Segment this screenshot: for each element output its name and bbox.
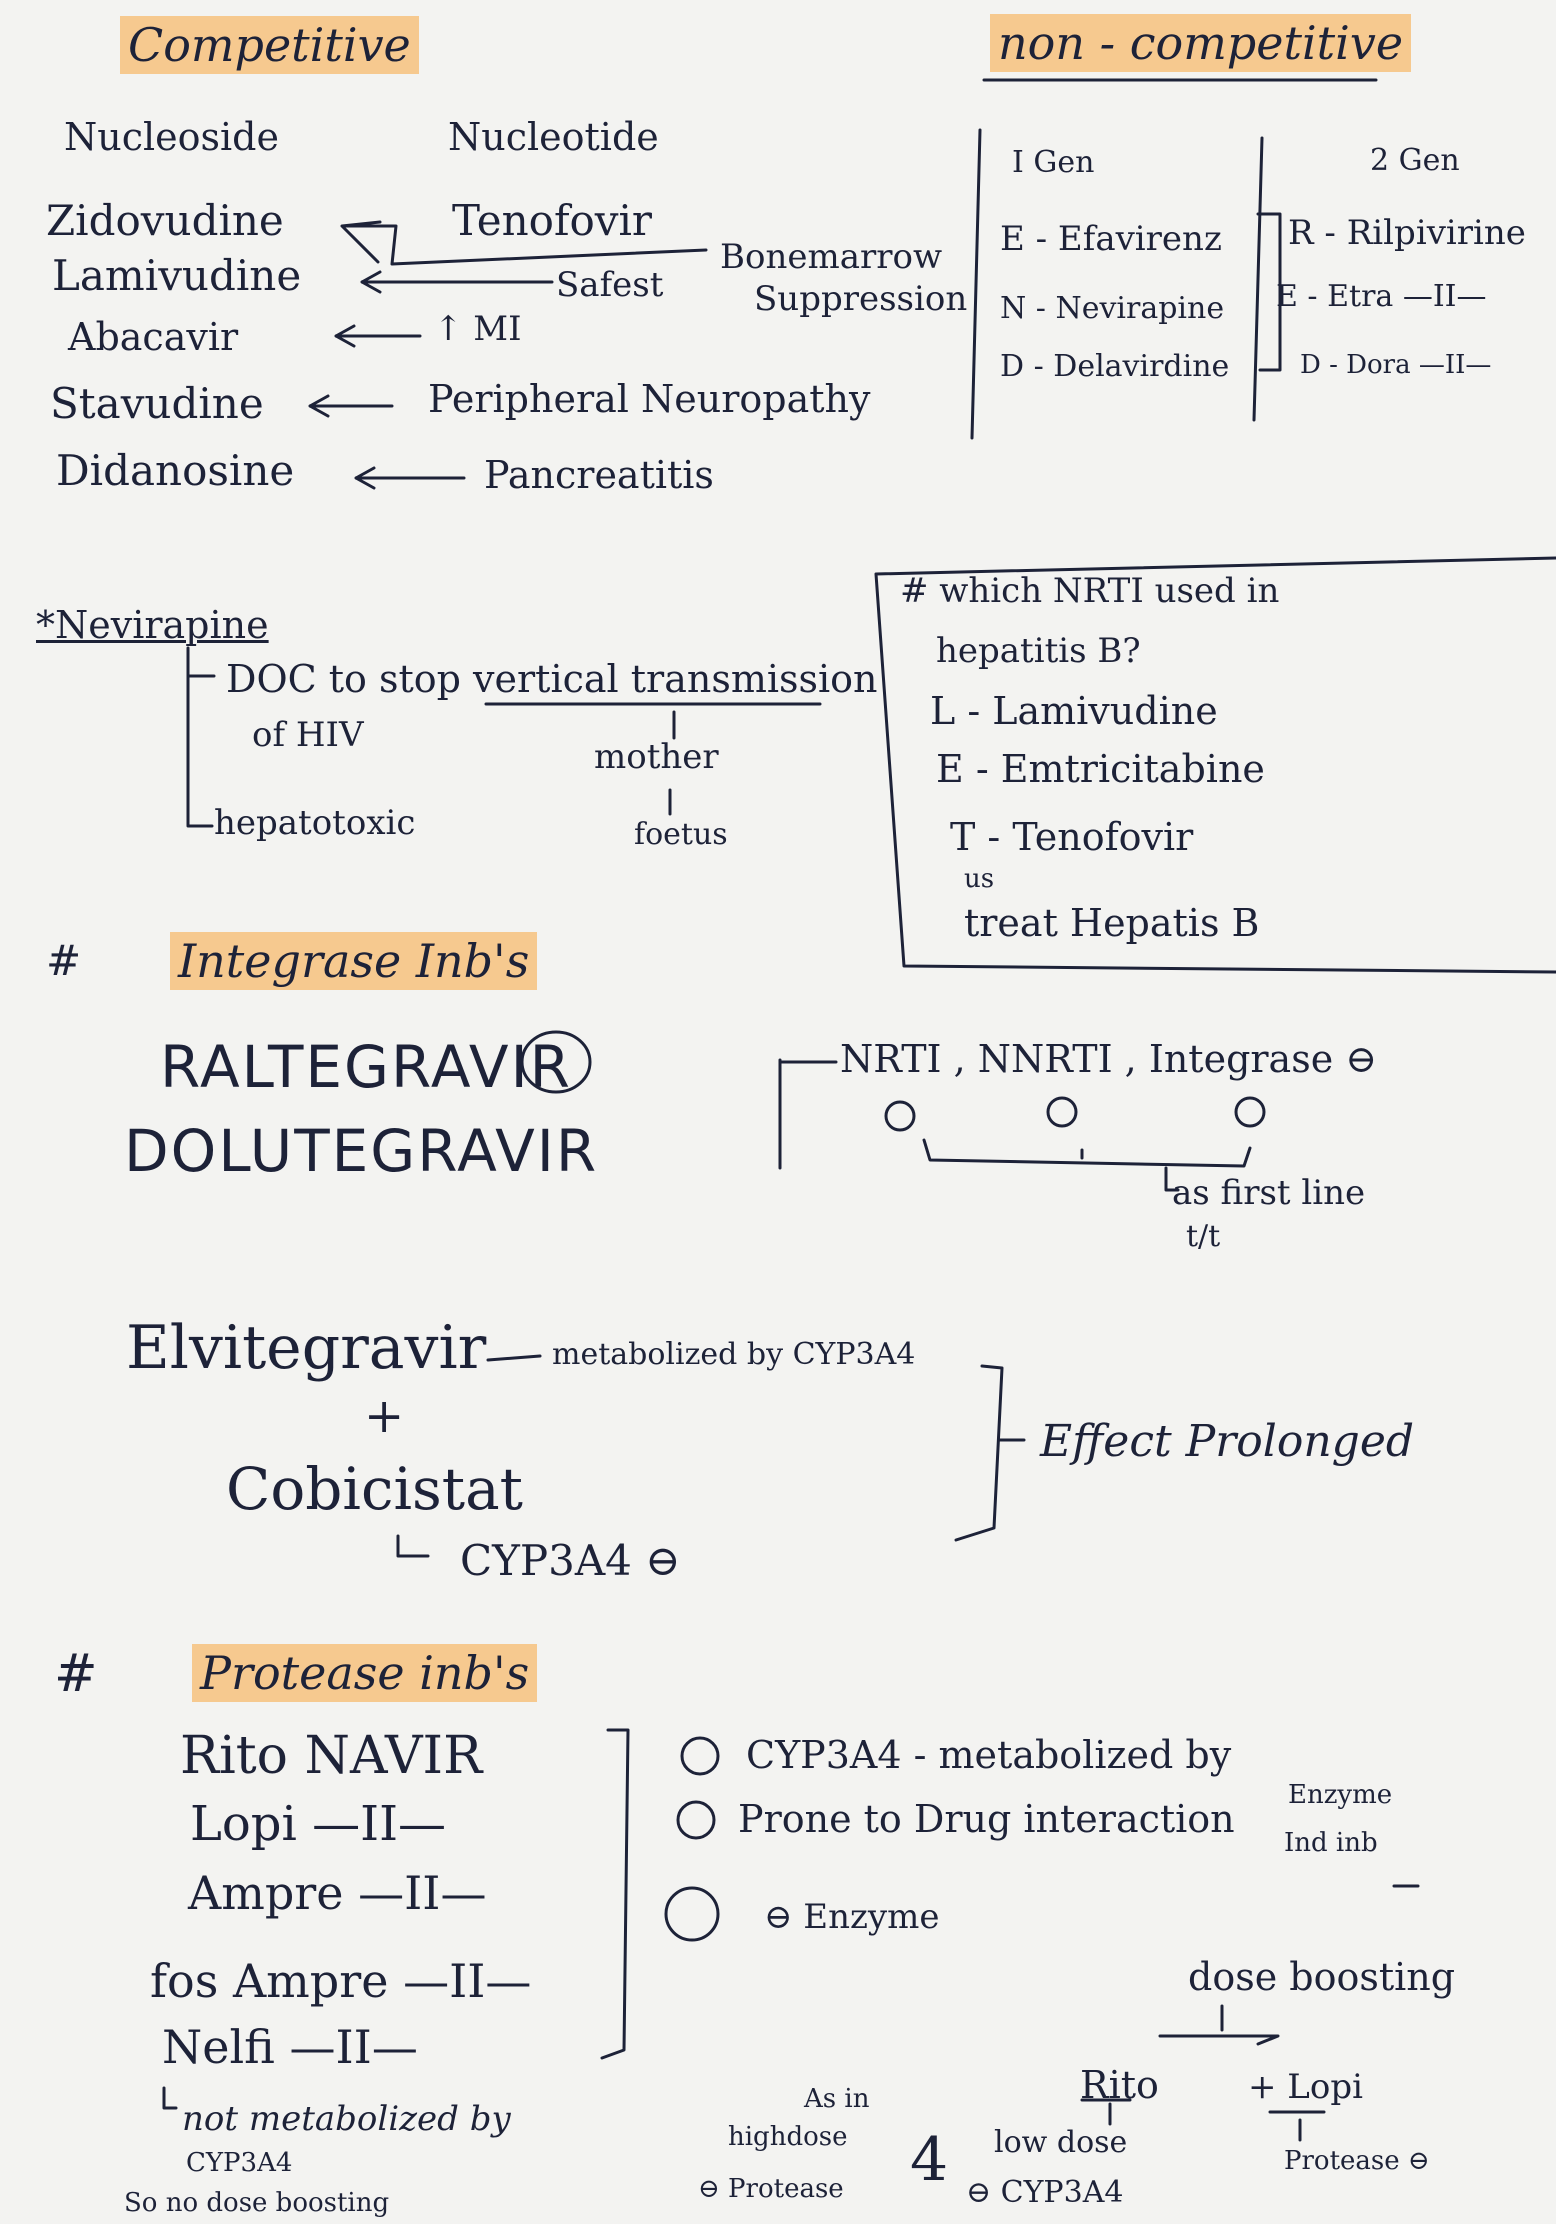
elvitegravir-plus: + — [364, 1388, 405, 1444]
gen2-rilpivirine: R - Rilpivirine — [1288, 213, 1526, 253]
protease-point-2: Prone to Drug interaction — [738, 1797, 1235, 1841]
nucleoside-header: Nucleoside — [64, 115, 279, 159]
drug-stavudine: Stavudine — [50, 379, 264, 428]
hepb-treat: treat Hepatis B — [964, 901, 1260, 945]
hepb-question-line2: hepatitis B? — [936, 631, 1141, 671]
competitive-title: Competitive — [120, 16, 419, 74]
lopinavir-label: Lopi —II— — [190, 1796, 447, 1852]
suppression-label: Suppression — [754, 279, 968, 319]
gen2-etravirine: E - Etra —II— — [1276, 279, 1487, 314]
point1-circle — [680, 1736, 720, 1776]
arrow-peripheral-stavudine — [308, 394, 394, 418]
amprenavir-label: Ampre —II— — [188, 1866, 487, 1920]
dose-boosting-tree — [1158, 2004, 1280, 2046]
protease-point-3: ⊖ Enzyme — [764, 1897, 940, 1937]
first-line-marker-3 — [1234, 1096, 1266, 1128]
first-line-marker-2 — [1046, 1096, 1078, 1128]
cobicistat-cyp: CYP3A4 ⊖ — [460, 1536, 681, 1585]
protease-hash: # — [54, 1644, 98, 1704]
ind-inb-note: Ind inb — [1284, 1828, 1378, 1858]
metabolism-arrow — [486, 1354, 542, 1362]
raltegravir-label: RALTEGRAVIR — [160, 1033, 572, 1101]
drug-lamivudine: Lamivudine — [52, 251, 302, 300]
bone-marrow-label: Bonemarrow — [720, 237, 943, 277]
gen1-delavirdine: D - Delavirdine — [1000, 349, 1230, 384]
integrase-hash: # — [46, 936, 82, 985]
nelfi-note-line1: not metabolized by — [182, 2099, 511, 2139]
cobicistat-label: Cobicistat — [226, 1455, 523, 1523]
tenofovir-label: Tenofovir — [452, 196, 653, 245]
effect-prolonged-label: Effect Prolonged — [1040, 1416, 1415, 1467]
protease-point-1: CYP3A4 - metabolized by — [746, 1733, 1232, 1777]
peripheral-neuropathy-label: Peripheral Neuropathy — [428, 377, 871, 421]
nelfi-note-arrow — [162, 2086, 178, 2110]
protease-minus-label: ⊖ Protease — [698, 2174, 844, 2204]
point3-circle — [664, 1886, 720, 1942]
hepb-lamivudine: L - Lamivudine — [930, 689, 1218, 733]
nevirapine-title: *Nevirapine — [36, 603, 269, 647]
tlt-label: t/t — [1186, 1219, 1221, 1254]
highdose-label: highdose — [728, 2122, 848, 2152]
ritonavir-boost-label: Rito — [1080, 2063, 1159, 2107]
first-line-label: as first line — [1172, 1173, 1366, 1213]
gen1-efavirenz: E - Efavirenz — [1000, 219, 1222, 259]
cobicistat-arrow — [396, 1534, 430, 1558]
gen2-doravirine: D - Dora —II— — [1300, 350, 1492, 380]
nelfi-note-line3: So no dose boosting — [124, 2188, 390, 2218]
pancreatitis-label: Pancreatitis — [484, 453, 714, 497]
nelfi-note-line2: CYP3A4 — [186, 2148, 293, 2178]
fosamprenavir-label: fos Ampre —II— — [150, 1954, 532, 2008]
elvitegravir-brace — [954, 1364, 1026, 1542]
protease-title: Protease inb's — [192, 1644, 538, 1702]
nevirapine-doc-line1: DOC to stop vertical transmission — [226, 657, 878, 701]
four-label: 4 — [910, 2125, 949, 2195]
arrow-pancreatitis-didanosine — [354, 466, 466, 490]
cyp-minus-label: ⊖ CYP3A4 — [966, 2175, 1124, 2210]
low-dose-label: low dose — [994, 2125, 1128, 2160]
divider-gen — [1252, 136, 1264, 422]
safest-label: Safest — [556, 265, 664, 305]
drug-abacavir: Abacavir — [68, 315, 239, 359]
hepb-us: us — [964, 864, 995, 894]
non-competitive-title: non - competitive — [990, 14, 1412, 72]
mother-label: mother — [594, 737, 719, 777]
first-line-tree — [778, 1058, 838, 1170]
gen1-header: I Gen — [1012, 145, 1095, 180]
drug-zidovudine: Zidovudine — [46, 196, 284, 245]
nevirapine-doc-line2: of HIV — [252, 715, 364, 755]
elvitegravir-metabolism: metabolized by CYP3A4 — [552, 1337, 916, 1372]
enzyme-note: Enzyme — [1288, 1780, 1393, 1810]
arrow-mi-abacavir — [334, 324, 422, 348]
integrase-title: Integrase Inb's — [170, 932, 538, 990]
hepb-emtricitabine: E - Emtricitabine — [936, 747, 1265, 791]
ritonavir-label: Rito NAVIR — [180, 1726, 483, 1786]
arrow-safest-lamivudine — [360, 270, 554, 294]
lopi-underline — [1268, 2110, 1326, 2142]
first-line-bracket — [922, 1138, 1252, 1168]
hepb-tenofovir: T - Tenofovir — [950, 815, 1194, 859]
drug-didanosine: Didanosine — [56, 446, 295, 495]
hepatotoxic-label: hepatotoxic — [214, 803, 416, 843]
gen2-header: 2 Gen — [1370, 143, 1460, 178]
dose-boosting-label: dose boosting — [1188, 1955, 1456, 1999]
gen1-nevirapine: N - Nevirapine — [1000, 291, 1225, 326]
nelfinavir-label: Nelfi —II— — [162, 2020, 418, 2074]
mi-label: ↑ MI — [434, 309, 522, 349]
foetus-label: foetus — [634, 817, 728, 852]
first-line-marker-1 — [884, 1100, 916, 1132]
first-line-drugs: NRTI , NNRTI , Integrase ⊖ — [840, 1037, 1378, 1081]
as-in-label: As in — [804, 2084, 870, 2114]
dolutegravir-label: DOLUTEGRAVIR — [124, 1117, 599, 1185]
nucleotide-header: Nucleotide — [448, 115, 659, 159]
hepb-question-line1: # which NRTI used in — [900, 571, 1280, 611]
point2-circle — [676, 1800, 716, 1840]
divider-competitive — [970, 128, 982, 440]
elvitegravir-label: Elvitegravir — [126, 1313, 487, 1383]
protease-bracket — [600, 1728, 630, 2060]
protease-inb-label: Protease ⊖ — [1284, 2146, 1430, 2176]
nevirapine-tree — [186, 646, 216, 828]
lopinavir-boost-label: + Lopi — [1248, 2067, 1363, 2107]
